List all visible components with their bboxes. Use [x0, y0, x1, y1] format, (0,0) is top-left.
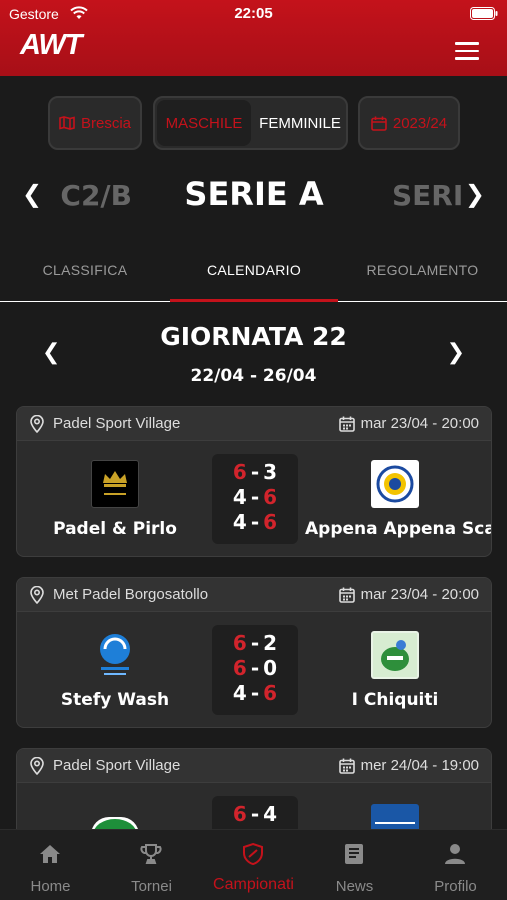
set-score: 4-6 — [232, 681, 278, 705]
league-prev-label[interactable]: C2/B — [52, 179, 132, 212]
match-card-header: Padel Sport Village mar 23/04 - 20:00 — [17, 407, 491, 441]
league-next-label[interactable]: SERIE — [392, 179, 462, 212]
home-team-name: Stefy Wash — [60, 690, 170, 710]
gender-male-option[interactable]: MASCHILE — [157, 100, 251, 146]
match-datetime: mar 23/04 - 20:00 — [360, 415, 479, 432]
round-dates: 22/04 - 26/04 — [190, 366, 317, 386]
team-logo — [371, 460, 419, 508]
team-logo — [371, 631, 419, 679]
league-next-arrow-icon[interactable]: ❯ — [465, 180, 485, 208]
active-tab-indicator — [170, 299, 338, 302]
profile-icon — [445, 844, 465, 864]
match-datetime: mer 24/04 - 19:00 — [360, 757, 479, 774]
nav-news[interactable]: News — [304, 836, 405, 896]
tab-classifica[interactable]: CLASSIFICA — [0, 262, 170, 278]
tab-calendario[interactable]: CALENDARIO — [170, 262, 338, 278]
set-score: 4-6 — [232, 485, 278, 509]
set-score: 6-4 — [232, 802, 278, 826]
match-card-header: Met Padel Borgosatollo mar 23/04 - 20:00 — [17, 578, 491, 612]
match-venue: Met Padel Borgosatollo — [53, 586, 209, 603]
city-selector[interactable]: Brescia — [48, 96, 142, 150]
nav-profilo[interactable]: Profilo — [405, 836, 506, 896]
set-score: 6-3 — [232, 460, 278, 484]
match-datetime: mar 23/04 - 20:00 — [360, 586, 479, 603]
season-label: 2023/24 — [392, 114, 448, 132]
home-icon — [40, 845, 60, 863]
news-icon — [345, 844, 363, 864]
away-team-name: Appena Appena Scarsi — [305, 519, 491, 539]
away-team: Appena Appena Scarsi — [305, 445, 491, 551]
bottom-navigation: Home Tornei Campionati News Profilo — [0, 829, 507, 900]
round-next-arrow-icon[interactable]: ❯ — [447, 340, 465, 365]
calendar-icon — [339, 416, 355, 432]
round-title: GIORNATA 22 — [160, 322, 347, 351]
location-pin-icon — [30, 415, 44, 433]
location-pin-icon — [30, 757, 44, 775]
home-team-name: Padel & Pirlo — [53, 519, 177, 539]
away-team: I Chiquiti — [305, 616, 485, 722]
map-icon — [59, 116, 75, 130]
calendar-icon — [339, 587, 355, 603]
match-card[interactable]: Padel Sport Village mar 23/04 - 20:00 Pa… — [16, 406, 492, 557]
gender-toggle: MASCHILE FEMMINILE — [153, 96, 348, 150]
clock: 22:05 — [234, 5, 273, 22]
match-card-header: Padel Sport Village mer 24/04 - 19:00 — [17, 749, 491, 783]
gender-female-option[interactable]: FEMMINILE — [255, 100, 345, 146]
team-logo — [91, 631, 139, 679]
trophy-icon — [140, 844, 162, 864]
set-score: 6-0 — [232, 656, 278, 680]
match-venue: Padel Sport Village — [53, 757, 181, 774]
city-label: Brescia — [80, 114, 132, 132]
team-logo — [91, 460, 139, 508]
away-team-name: I Chiquiti — [351, 690, 439, 710]
hamburger-menu-icon[interactable] — [455, 42, 479, 60]
app-header: Gestore 22:05 AWT — [0, 0, 507, 76]
shield-icon — [243, 842, 263, 866]
match-venue: Padel Sport Village — [53, 415, 181, 432]
nav-campionati[interactable]: Campionati — [203, 836, 304, 896]
match-score: 6-2 6-0 4-6 — [212, 625, 298, 715]
set-score: 4-6 — [232, 510, 278, 534]
match-card[interactable]: Met Padel Borgosatollo mar 23/04 - 20:00… — [16, 577, 492, 728]
battery-icon — [470, 7, 498, 20]
tab-bar: CLASSIFICA CALENDARIO REGOLAMENTO — [0, 248, 507, 302]
status-bar: Gestore 22:05 — [0, 0, 507, 28]
home-team: Padel & Pirlo — [25, 445, 205, 551]
location-pin-icon — [30, 586, 44, 604]
home-team: Stefy Wash — [25, 616, 205, 722]
league-carousel: ❮ C2/B SERIE A SERIE ❯ — [0, 165, 507, 225]
nav-home[interactable]: Home — [0, 836, 101, 896]
calendar-icon — [371, 116, 387, 131]
app-logo: AWT — [20, 29, 82, 61]
nav-tornei[interactable]: Tornei — [101, 836, 202, 896]
set-score: 6-2 — [232, 631, 278, 655]
league-current-label: SERIE A — [184, 175, 324, 213]
calendar-icon — [339, 758, 355, 774]
match-score: 6-3 4-6 4-6 — [212, 454, 298, 544]
tab-regolamento[interactable]: REGOLAMENTO — [338, 262, 507, 278]
league-prev-arrow-icon[interactable]: ❮ — [22, 180, 42, 208]
match-card[interactable]: Padel Sport Village mer 24/04 - 19:00 6-… — [16, 748, 492, 838]
season-selector[interactable]: 2023/24 — [358, 96, 460, 150]
